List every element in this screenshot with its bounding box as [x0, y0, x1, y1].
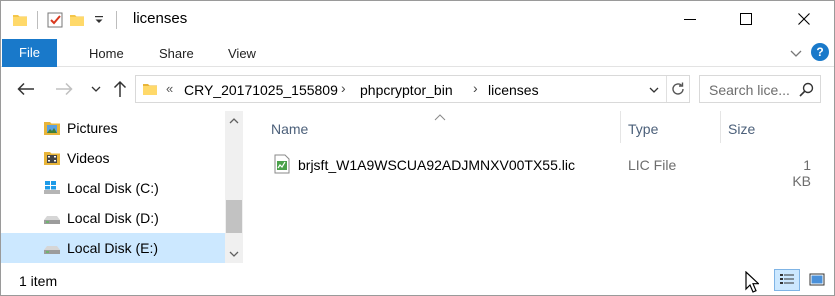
sidebar-item-local-disk-d[interactable]: Local Disk (D:)	[1, 203, 225, 233]
refresh-icon	[672, 82, 684, 95]
close-button[interactable]	[776, 1, 832, 37]
address-bar[interactable]: « CRY_20171025_155809 › phpcryptor_bin ›…	[135, 75, 690, 103]
sidebar-item-local-disk-e[interactable]: Local Disk (E:)	[1, 233, 225, 263]
navigation-pane: Pictures Videos Local Disk (C:) Local Di…	[1, 111, 244, 263]
explorer-window: licenses File Home Share View ? « CRY_20…	[0, 0, 835, 296]
file-size: 1 KB	[792, 157, 811, 189]
title-bar: licenses	[1, 1, 834, 37]
qat-separator	[116, 11, 117, 29]
minimize-icon	[684, 19, 696, 20]
minimize-button[interactable]	[662, 1, 718, 37]
maximize-icon	[740, 13, 752, 25]
status-bar: 1 item	[1, 265, 834, 295]
help-icon[interactable]: ?	[811, 43, 829, 61]
sidebar-item-label: Local Disk (C:)	[67, 180, 159, 196]
scroll-up-button[interactable]	[225, 111, 243, 129]
file-row[interactable]: brjsft_W1A9WSCUA92ADJMNXV00TX55.lic LIC …	[267, 151, 827, 189]
customize-qat-dropdown-icon[interactable]	[88, 9, 110, 31]
sidebar-item-videos[interactable]: Videos	[1, 143, 225, 173]
drive-icon	[43, 240, 61, 256]
address-dropdown-icon[interactable]	[647, 83, 661, 97]
breadcrumb-item[interactable]: licenses	[488, 82, 539, 98]
mouse-cursor-icon	[745, 271, 759, 293]
maximize-button[interactable]	[718, 1, 774, 37]
breadcrumb-separator[interactable]: ›	[341, 80, 346, 96]
new-folder-icon[interactable]	[66, 9, 88, 31]
breadcrumb-overflow[interactable]: «	[166, 81, 173, 96]
forward-arrow-icon	[56, 82, 73, 96]
sidebar-item-label: Pictures	[67, 120, 118, 136]
window-title: licenses	[133, 10, 188, 27]
tab-file[interactable]: File	[2, 39, 57, 67]
item-count: 1 item	[19, 273, 58, 289]
column-header-size[interactable]: Size	[728, 121, 755, 137]
search-box[interactable]	[699, 75, 821, 103]
sidebar-item-label: Local Disk (D:)	[67, 210, 159, 226]
quick-access-toolbar	[9, 9, 123, 31]
file-type: LIC File	[628, 157, 677, 173]
windows-drive-icon	[43, 180, 61, 196]
drive-icon	[43, 210, 61, 226]
breadcrumb-separator[interactable]: ›	[473, 80, 478, 96]
breadcrumb-item[interactable]: phpcryptor_bin	[360, 82, 453, 98]
close-icon	[798, 13, 810, 25]
folder-icon[interactable]	[9, 9, 31, 31]
large-icons-view-icon	[809, 273, 825, 286]
details-view-icon	[780, 274, 794, 284]
large-icons-view-button[interactable]	[804, 269, 830, 291]
column-divider[interactable]	[620, 111, 621, 143]
sidebar-item-label: Local Disk (E:)	[67, 240, 159, 256]
refresh-button[interactable]	[666, 76, 689, 102]
up-arrow-icon	[113, 80, 127, 97]
qat-separator	[37, 11, 38, 29]
back-button[interactable]	[15, 78, 37, 100]
column-header-name[interactable]: Name	[271, 121, 308, 137]
back-arrow-icon	[17, 82, 34, 96]
properties-checkmark-icon[interactable]	[44, 9, 66, 31]
tab-home[interactable]: Home	[89, 42, 124, 66]
forward-button[interactable]	[53, 78, 75, 100]
breadcrumb-item[interactable]: CRY_20171025_155809	[184, 82, 338, 98]
scrollbar-thumb[interactable]	[226, 200, 242, 233]
tab-view[interactable]: View	[228, 42, 256, 66]
search-input[interactable]	[709, 81, 797, 98]
lic-file-icon	[273, 154, 291, 177]
sidebar-item-pictures[interactable]: Pictures	[1, 113, 225, 143]
file-list: Name Type Size brjsft_W1A9WSCUA92ADJMNXV…	[259, 111, 834, 263]
folder-icon	[142, 81, 158, 100]
address-row: « CRY_20171025_155809 › phpcryptor_bin ›…	[1, 68, 834, 110]
sort-ascending-icon	[434, 111, 446, 125]
column-header-type[interactable]: Type	[628, 121, 658, 137]
chevron-down-icon	[91, 86, 101, 92]
column-divider[interactable]	[720, 111, 721, 143]
scroll-down-button[interactable]	[225, 245, 243, 263]
chevron-down-icon	[229, 251, 239, 257]
ribbon-tabs: File Home Share View ?	[1, 37, 834, 67]
search-icon[interactable]	[799, 82, 814, 100]
expand-ribbon-chevron-icon[interactable]	[788, 47, 804, 61]
recent-locations-button[interactable]	[85, 78, 107, 100]
file-name: brjsft_W1A9WSCUA92ADJMNXV00TX55.lic	[298, 157, 575, 173]
pictures-folder-icon	[43, 120, 61, 136]
tab-share[interactable]: Share	[159, 42, 194, 66]
sidebar-item-local-disk-c[interactable]: Local Disk (C:)	[1, 173, 225, 203]
videos-folder-icon	[43, 150, 61, 166]
chevron-up-icon	[229, 117, 239, 123]
details-view-button[interactable]	[774, 269, 800, 291]
navigation-pane-scrollbar[interactable]	[225, 111, 243, 263]
sidebar-item-label: Videos	[67, 150, 110, 166]
up-button[interactable]	[109, 78, 131, 100]
